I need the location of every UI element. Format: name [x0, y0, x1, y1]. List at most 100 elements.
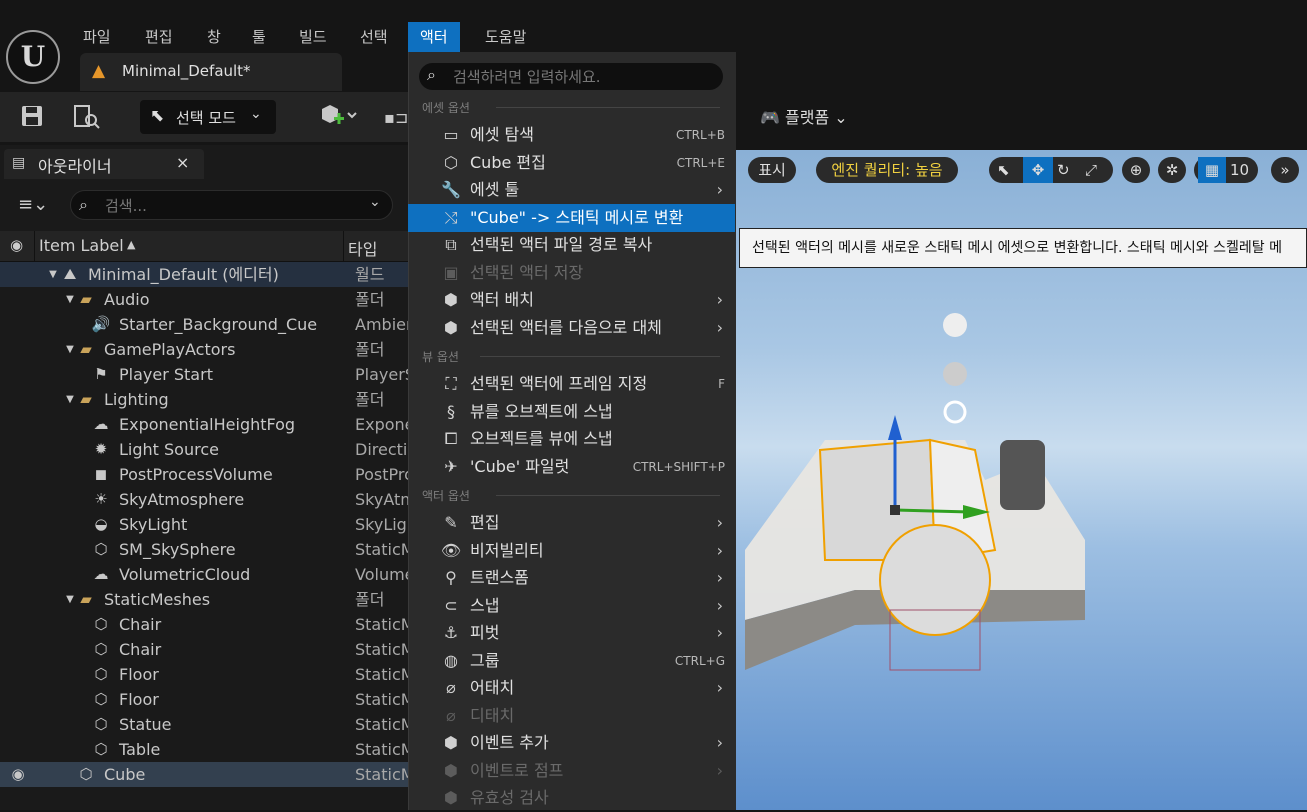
filter-icon[interactable]: ≡⌄ — [18, 194, 48, 215]
folder-icon: ▰ — [80, 590, 92, 608]
outliner-row[interactable]: ⚑ Player Start PlayerS — [0, 362, 415, 387]
menu-item[interactable]: ⌀ 어태치 › — [408, 674, 735, 702]
blueprint-icon[interactable]: ▪⊐ — [384, 108, 408, 127]
outliner-search-input[interactable]: ⌕ 검색... ⌄ — [70, 190, 393, 220]
menu-item[interactable]: § 뷰를 오브젝트에 스냅 — [408, 398, 735, 426]
close-icon[interactable]: × — [176, 153, 189, 172]
more-icon[interactable]: » — [1271, 157, 1299, 183]
menu-item[interactable]: ✈ 'Cube' 파일럿 CTRL+SHIFT+P — [408, 453, 735, 481]
menu-item[interactable]: ⬢ 액터 배치 › — [408, 286, 735, 314]
menu-file[interactable]: 파일 — [83, 22, 111, 52]
outliner-row[interactable]: ◼ PostProcessVolume PostPro — [0, 462, 414, 487]
column-type[interactable]: 타입 — [348, 236, 377, 260]
folder-icon: ▰ — [80, 290, 92, 308]
mesh-icon: ⬡ — [94, 740, 108, 758]
outliner-row[interactable]: 🔊 Starter_Background_Cue Ambien — [0, 312, 416, 337]
column-divider — [34, 231, 35, 261]
menu-item[interactable]: ✎ 편집 › — [408, 509, 735, 537]
chevron-down-icon[interactable]: ⌄ — [369, 194, 381, 210]
volume-icon: ◼ — [94, 465, 108, 483]
menu-item[interactable]: ▭ 에셋 탐색 CTRL+B — [408, 121, 735, 149]
outliner-row-label: Statue — [119, 715, 172, 734]
outliner-row[interactable]: ☁ VolumetricCloud Volume — [0, 562, 415, 587]
outliner-row[interactable]: ⬡ Chair StaticM — [0, 637, 414, 662]
outliner-row-type: StaticM — [355, 690, 415, 709]
menu-item-label: 트랜스폼 — [470, 568, 529, 587]
menu-item[interactable]: 🔧 에셋 툴 › — [408, 176, 735, 204]
unreal-logo-icon[interactable]: U — [6, 30, 60, 84]
move-tool-icon[interactable]: ✥ — [1023, 157, 1053, 183]
outliner-row[interactable]: ◒ SkyLight SkyLig — [0, 512, 410, 537]
grid-snap-group[interactable]: ▦ 10 — [1194, 157, 1258, 183]
menu-item-label: 편집 — [470, 513, 500, 532]
menu-item[interactable]: ⬢ 선택된 액터를 다음으로 대체 › — [408, 314, 735, 342]
engine-quality-button[interactable]: 엔진 퀄리티: 높음 — [816, 157, 958, 183]
outliner-row[interactable]: ⬡ Table StaticM — [0, 737, 414, 762]
select-tool-icon[interactable]: ⬉ — [997, 157, 1010, 183]
outliner-row[interactable]: ☁ ExponentialHeightFog Expone — [0, 412, 415, 437]
save-icon[interactable] — [20, 104, 44, 134]
outliner-row[interactable]: ✹ Light Source Directio — [0, 437, 417, 462]
outliner-row[interactable]: ⬡ Chair StaticM — [0, 612, 414, 637]
gamepad-icon: 🎮 — [760, 108, 786, 127]
document-tab[interactable]: ▲ Minimal_Default* — [80, 53, 342, 91]
visibility-eye-icon[interactable]: ◉ — [8, 762, 28, 787]
menu-item[interactable]: ⚓ 피벗 › — [408, 619, 735, 647]
menu-item[interactable]: ⧉ 선택된 액터 파일 경로 복사 — [408, 231, 735, 259]
grid-icon: ▦ — [1198, 157, 1226, 183]
column-item-label[interactable]: Item Label — [39, 236, 124, 255]
menu-item[interactable]: ◍ 그룹 CTRL+G — [408, 647, 735, 675]
section-asset-options: 에셋 옵션 — [422, 101, 470, 115]
menu-build[interactable]: 빌드 — [299, 22, 327, 52]
outliner-row[interactable]: ⬡ Floor StaticM — [0, 662, 414, 687]
mesh-icon: ⬡ — [94, 690, 108, 708]
jump-icon: ⬢ — [444, 761, 458, 780]
menu-item[interactable]: ⤭ "Cube" -> 스태틱 메시로 변환 — [408, 204, 735, 232]
outliner-row[interactable]: ☀ SkyAtmosphere SkyAtm — [0, 487, 416, 512]
menu-item: ⌀ 디태치 — [408, 702, 735, 730]
visibility-eye-icon[interactable]: ◉ — [10, 236, 23, 254]
menu-item[interactable]: ⊂ 스냅 › — [408, 592, 735, 620]
select-mode-dropdown[interactable]: ⬉ 선택 모드 ⌄ — [140, 100, 276, 134]
outliner-row[interactable]: ▼ ▰ GamePlayActors 폴더 — [0, 337, 410, 362]
menu-item[interactable]: ⧠ 오브젝트를 뷰에 스냅 — [408, 425, 735, 453]
outliner-tab[interactable]: ▤ 아웃라이너 × — [4, 149, 204, 179]
pencil-icon: ✎ — [444, 513, 458, 532]
rotate-tool-icon[interactable]: ↻ — [1057, 157, 1070, 183]
world-local-icon[interactable]: ⊕ — [1122, 157, 1150, 183]
outliner-row[interactable]: ▼ ▰ Lighting 폴더 — [0, 387, 410, 412]
menu-actor[interactable]: 액터 — [408, 22, 460, 52]
chevron-right-icon: › — [716, 318, 723, 337]
menu-item[interactable]: 👁 비저빌리티 › — [408, 537, 735, 565]
outliner-row-type: StaticM — [355, 715, 415, 734]
menu-item[interactable]: ⛶ 선택된 액터에 프레임 지정 F — [408, 370, 735, 398]
outliner-row[interactable]: ⬡ SM_SkySphere StaticM — [0, 537, 414, 562]
outliner-row[interactable]: ◉ ⬡ Cube StaticM — [0, 762, 415, 787]
chevron-down-icon: ⌄ — [829, 108, 848, 127]
menu-help[interactable]: 도움말 — [485, 22, 526, 52]
menu-select[interactable]: 선택 — [360, 22, 388, 52]
menu-item[interactable]: ⬢ 이벤트 추가 › — [408, 729, 735, 757]
menu-item-label: 디태치 — [470, 706, 515, 725]
show-button[interactable]: 표시 — [748, 157, 796, 183]
menu-edit[interactable]: 편집 — [145, 22, 173, 52]
add-actor-icon[interactable] — [318, 103, 358, 135]
menu-item: ▣ 선택된 액터 저장 — [408, 259, 735, 287]
outliner-row[interactable]: ▼ ▰ Audio 폴더 — [0, 287, 410, 312]
surface-snap-icon[interactable]: ✲ — [1158, 157, 1186, 183]
scale-tool-icon[interactable]: ⤢ — [1085, 157, 1097, 183]
browse-content-icon[interactable] — [73, 104, 101, 136]
level-icon: ▲ — [92, 61, 106, 81]
menu-item[interactable]: ⚲ 트랜스폼 › — [408, 564, 735, 592]
outliner-row[interactable]: ⬡ Statue StaticM — [0, 712, 414, 737]
menu-tools[interactable]: 툴 — [252, 22, 266, 52]
outliner-row[interactable]: ⬡ Floor StaticM — [0, 687, 414, 712]
outliner-row[interactable]: ▼ ⛰ Minimal_Default (에디터) 월드 — [0, 262, 410, 287]
outliner-row[interactable]: ▼ ▰ StaticMeshes 폴더 — [0, 587, 410, 612]
platforms-button[interactable]: 🎮 플랫폼 ⌄ — [760, 104, 848, 130]
outliner-row-type: StaticM — [355, 540, 415, 559]
menu-item[interactable]: ⬡ Cube 편집 CTRL+E — [408, 149, 735, 177]
menu-search-input[interactable]: ⌕ 검색하려면 입력하세요. — [419, 63, 723, 90]
magnet-icon: ⊂ — [444, 596, 458, 615]
menu-window[interactable]: 창 — [207, 22, 221, 52]
